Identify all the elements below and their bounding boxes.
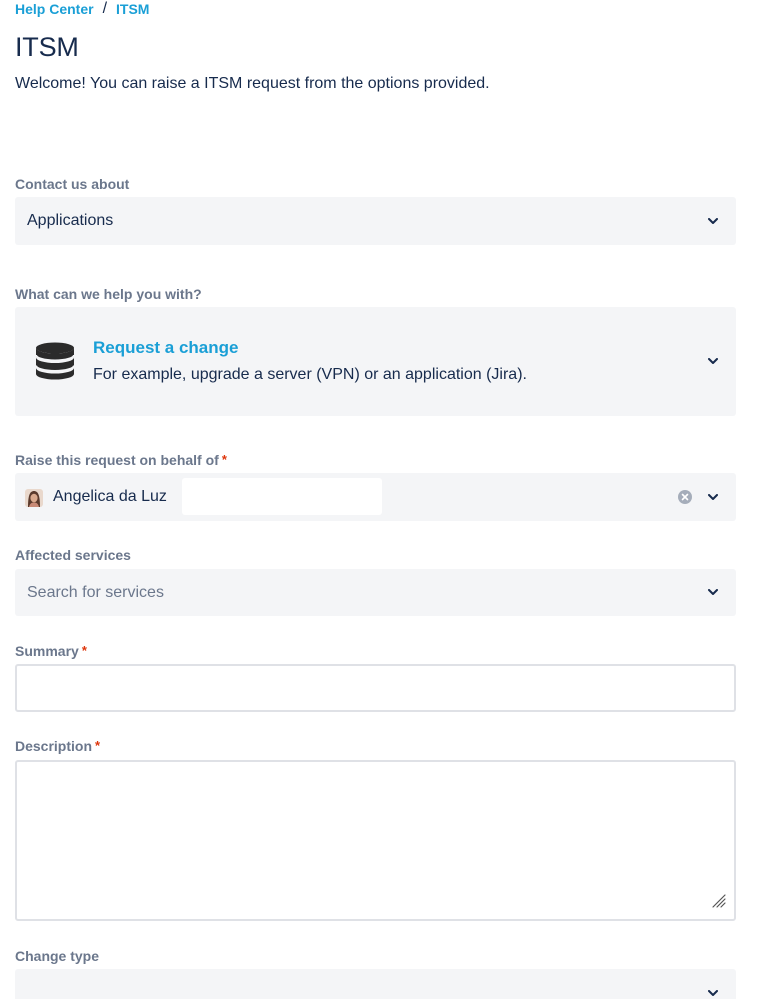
request-type-text: Request a change For example, upgrade a … bbox=[93, 337, 527, 385]
request-type-select[interactable]: Request a change For example, upgrade a … bbox=[15, 307, 736, 416]
required-marker: * bbox=[95, 738, 101, 753]
help-label-text: What can we help you with? bbox=[15, 286, 202, 302]
change-type-label-text: Change type bbox=[15, 948, 100, 964]
resize-handle-icon[interactable] bbox=[710, 892, 726, 913]
avatar bbox=[25, 489, 43, 507]
change-type-label: Change type bbox=[15, 947, 99, 965]
request-type-title: Request a change bbox=[93, 338, 239, 357]
change-type-select[interactable] bbox=[15, 969, 736, 999]
summary-label: Summary * bbox=[15, 642, 87, 660]
page-intro: Welcome! You can raise a ITSM request fr… bbox=[15, 75, 490, 92]
required-marker: * bbox=[81, 643, 87, 658]
chevron-down-icon bbox=[708, 988, 718, 998]
chevron-down-icon bbox=[708, 216, 718, 226]
behalf-select[interactable]: Angelica da Luz bbox=[15, 473, 736, 521]
breadcrumb: Help Center / ITSM bbox=[15, 0, 149, 18]
services-select[interactable]: Search for services bbox=[15, 569, 736, 616]
summary-input[interactable] bbox=[15, 664, 736, 712]
database-icon bbox=[35, 342, 75, 385]
help-label: What can we help you with? bbox=[15, 285, 202, 303]
behalf-selected-user: Angelica da Luz bbox=[53, 488, 167, 505]
services-label-text: Affected services bbox=[15, 547, 131, 563]
chevron-down-icon bbox=[708, 357, 718, 367]
request-form-page: Help Center / ITSM ITSM Welcome! You can… bbox=[0, 0, 767, 999]
services-label: Affected services bbox=[15, 546, 131, 564]
services-placeholder: Search for services bbox=[27, 583, 164, 601]
contact-label: Contact us about bbox=[15, 175, 129, 193]
breadcrumb-help-center-link[interactable]: Help Center bbox=[15, 0, 94, 18]
summary-label-text: Summary bbox=[15, 643, 79, 659]
request-type-description: For example, upgrade a server (VPN) or a… bbox=[93, 366, 527, 383]
contact-select-value: Applications bbox=[27, 212, 114, 229]
behalf-search-input[interactable] bbox=[182, 478, 382, 515]
required-marker: * bbox=[221, 452, 227, 467]
behalf-label: Raise this request on behalf of * bbox=[15, 451, 227, 469]
clear-icon[interactable] bbox=[678, 490, 692, 504]
breadcrumb-itsm-link[interactable]: ITSM bbox=[116, 0, 149, 18]
description-label: Description * bbox=[15, 737, 100, 755]
contact-label-text: Contact us about bbox=[15, 176, 130, 192]
breadcrumb-separator: / bbox=[102, 0, 108, 17]
chevron-down-icon bbox=[708, 492, 718, 502]
page-title: ITSM bbox=[15, 32, 79, 62]
behalf-label-text: Raise this request on behalf of bbox=[15, 452, 219, 468]
description-textarea[interactable] bbox=[15, 760, 736, 921]
chevron-down-icon bbox=[708, 588, 718, 598]
description-label-text: Description bbox=[15, 738, 93, 754]
contact-select[interactable]: Applications bbox=[15, 197, 736, 245]
